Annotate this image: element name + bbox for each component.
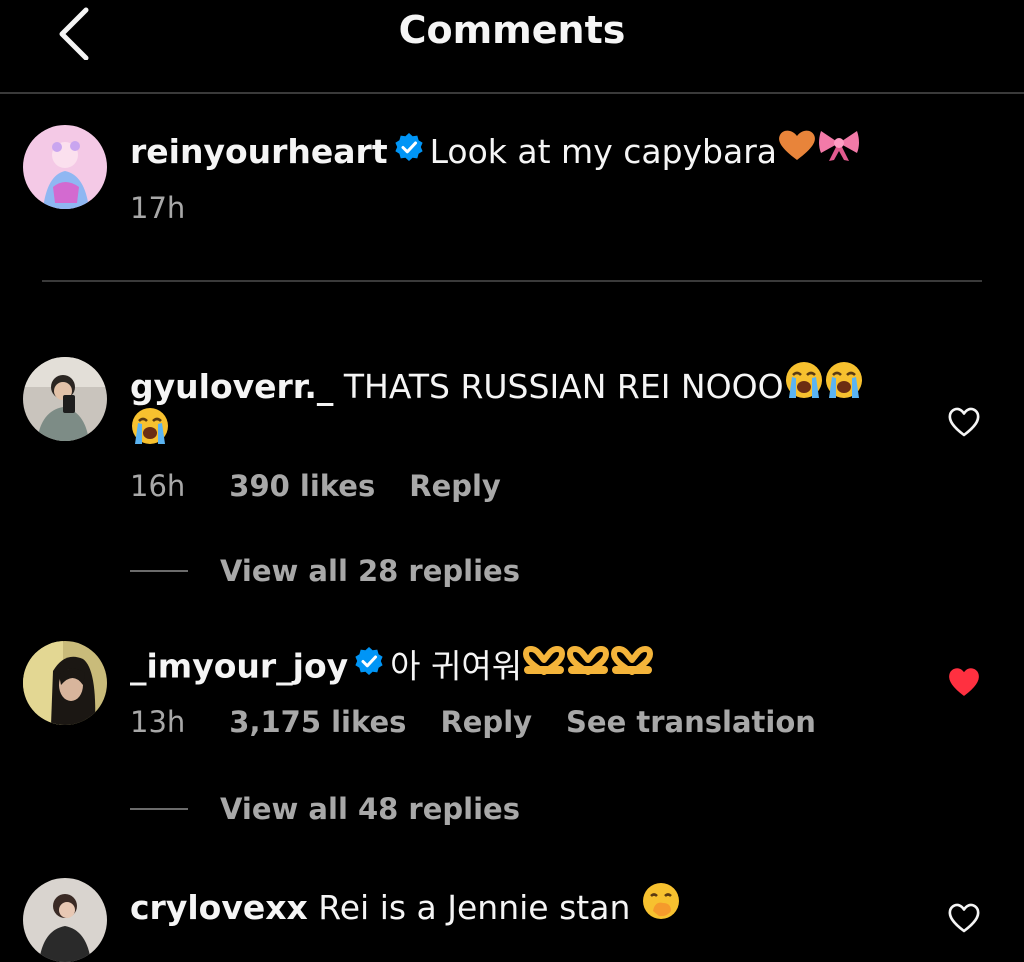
- comment-timestamp: 13h: [130, 705, 186, 739]
- avatar-imyour-joy[interactable]: [23, 641, 107, 725]
- like-button[interactable]: [944, 898, 984, 938]
- comment-line: gyuloverr._ THATS RUSSIAN REI NOOO: [130, 360, 864, 417]
- comment-line: crylovexx Rei is a Jennie stan: [130, 881, 681, 938]
- comment-text: 아 귀여워: [390, 646, 523, 686]
- comment-timestamp: 16h: [130, 469, 186, 503]
- comment-text: THATS RUSSIAN REI NOOO: [343, 367, 784, 406]
- caption-meta: 17h: [130, 188, 229, 228]
- loudly-crying-face-emoji: [824, 360, 864, 411]
- comment-meta: 16h 390 likes Reply: [130, 466, 535, 506]
- comment-likes-count[interactable]: 3,175 likes: [229, 702, 406, 742]
- heart-filled-icon: [949, 668, 979, 696]
- reply-button[interactable]: Reply: [409, 466, 501, 506]
- view-replies-label: View all 48 replies: [220, 792, 520, 826]
- header-bar: Comments: [0, 0, 1024, 92]
- heart-outline-icon: [948, 903, 980, 933]
- view-replies-label: View all 28 replies: [220, 554, 520, 588]
- comment-username[interactable]: _imyour_joy: [130, 647, 348, 686]
- avatar-crylovexx[interactable]: [23, 878, 107, 962]
- comment-line: _imyour_joy 아 귀여워: [130, 643, 654, 693]
- header-divider: [0, 92, 1024, 94]
- caption-timestamp: 17h: [130, 191, 186, 225]
- comment-meta: 13h 3,175 likes Reply See translation: [130, 702, 816, 742]
- heart-outline-icon: [948, 407, 980, 437]
- avatar-gyuloverr[interactable]: [23, 357, 107, 441]
- ribbon-emoji: [817, 127, 861, 174]
- view-replies-button[interactable]: View all 48 replies: [130, 792, 520, 832]
- like-button[interactable]: [944, 402, 984, 442]
- see-translation-button[interactable]: See translation: [566, 702, 816, 742]
- caption-divider: [42, 280, 982, 282]
- orange-heart-emoji: [777, 128, 817, 173]
- face-with-hand-over-mouth-emoji: [641, 881, 681, 932]
- heart-hands-emoji: [610, 643, 654, 687]
- caption-username[interactable]: reinyourheart: [130, 132, 388, 171]
- comment-username[interactable]: gyuloverr._: [130, 367, 333, 406]
- like-button-liked[interactable]: [944, 662, 984, 702]
- heart-hands-emoji: [522, 643, 566, 687]
- caption-line: reinyourheart Look at my capybara: [130, 127, 861, 180]
- page-title: Comments: [398, 8, 626, 52]
- reply-button[interactable]: Reply: [440, 702, 532, 742]
- caption-text: Look at my capybara: [429, 132, 778, 171]
- comment-line-continued: [130, 406, 170, 463]
- replies-dash: [130, 570, 188, 572]
- comment-likes-count[interactable]: 390 likes: [229, 466, 375, 506]
- avatar-reinyourheart[interactable]: [23, 125, 107, 209]
- verified-badge-icon: [354, 643, 384, 687]
- replies-dash: [130, 808, 188, 810]
- verified-badge-icon: [394, 129, 424, 173]
- comment-username[interactable]: crylovexx: [130, 888, 308, 927]
- comment-text: Rei is a Jennie stan: [318, 888, 631, 927]
- loudly-crying-face-emoji: [784, 360, 824, 411]
- heart-hands-emoji: [566, 643, 610, 687]
- view-replies-button[interactable]: View all 28 replies: [130, 554, 520, 594]
- loudly-crying-face-emoji: [130, 406, 170, 457]
